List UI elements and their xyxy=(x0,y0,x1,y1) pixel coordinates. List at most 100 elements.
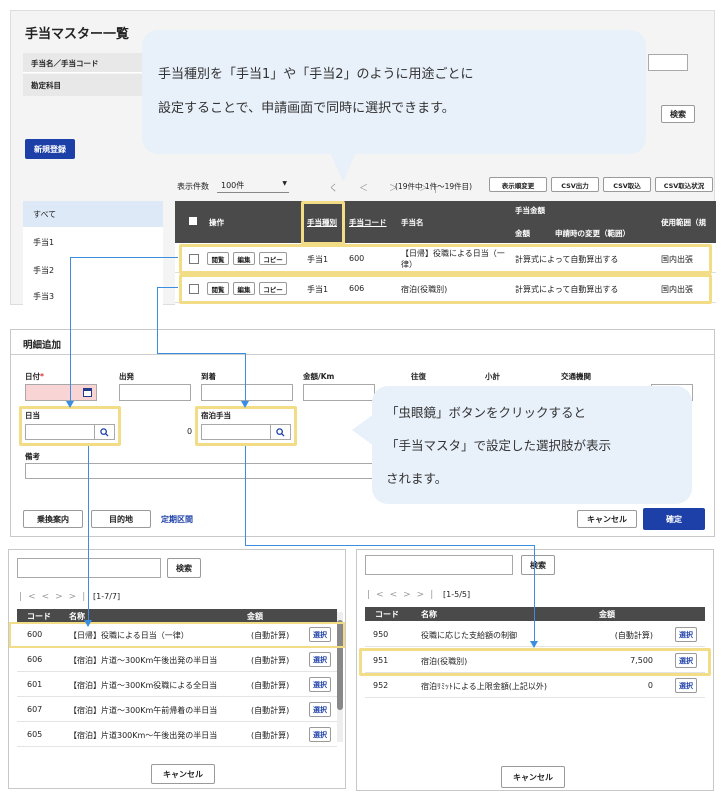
item-amount: (自動計算) xyxy=(251,706,290,715)
amount-label: 金額/Km xyxy=(303,372,335,381)
connector-line xyxy=(534,545,535,643)
highlight-row-2 xyxy=(179,274,712,304)
item-name: 役職に応じた支給額の制御 xyxy=(421,631,517,640)
category-label: すべて xyxy=(33,210,57,219)
category-item-all[interactable]: すべて xyxy=(23,201,163,227)
header-name: 名称 xyxy=(69,612,85,621)
item-code: 606 xyxy=(27,655,43,664)
filter-input-right[interactable] xyxy=(648,54,688,71)
search-button[interactable]: 検索 xyxy=(661,105,695,123)
transfer-guide-button[interactable]: 乗換案内 xyxy=(23,510,83,528)
callout2-pointer xyxy=(352,414,374,446)
subtotal-label: 小計 xyxy=(485,372,500,381)
csv-import-button[interactable]: CSV取込 xyxy=(603,177,651,192)
amount-field[interactable] xyxy=(303,384,375,401)
count-select[interactable]: 100件 ▼ xyxy=(217,177,289,193)
cancel-button[interactable]: キャンセル xyxy=(577,510,637,528)
item-code: 605 xyxy=(27,730,43,739)
page-title: 手当マスター一覧 xyxy=(25,27,130,42)
section-title: 明細追加 xyxy=(23,340,62,351)
zero-value: 0 xyxy=(187,427,193,436)
depart-field[interactable] xyxy=(119,384,191,401)
select-button[interactable]: 選択 xyxy=(675,678,697,693)
header-sub-change: 申請時の変更（範囲） xyxy=(555,229,630,238)
csv-export-button[interactable]: CSV出力 xyxy=(551,177,599,192)
select-button[interactable]: 選択 xyxy=(309,677,331,692)
dropdown-icon: ▼ xyxy=(282,180,287,187)
category-item-1[interactable]: 手当1 xyxy=(23,229,163,255)
header-amount: 金額 xyxy=(599,610,615,619)
item-amount: 0 xyxy=(647,681,653,690)
count-value: 100件 xyxy=(221,181,245,190)
item-name: 【宿泊】片道300Km〜午後出発の半日当 xyxy=(69,731,218,740)
new-register-button[interactable]: 新規登録 xyxy=(25,139,75,159)
modal-search-button[interactable]: 検索 xyxy=(167,558,201,578)
item-name: 【宿泊】片道〜300Km役職による全日当 xyxy=(69,681,218,690)
modal-pagination[interactable]: |<<>>| xyxy=(367,590,439,600)
date-field[interactable] xyxy=(25,384,97,401)
arrive-field[interactable] xyxy=(201,384,293,401)
confirm-button[interactable]: 確定 xyxy=(643,508,705,530)
item-code: 952 xyxy=(373,681,389,690)
commuter-section-link[interactable]: 定期区間 xyxy=(161,514,193,525)
calendar-icon[interactable] xyxy=(83,388,92,397)
category-item-3[interactable]: 手当3 xyxy=(23,285,163,306)
select-button[interactable]: 選択 xyxy=(309,727,331,742)
item-name: 【宿泊】片道〜300Km午後出発の半日当 xyxy=(69,656,218,665)
callout-line: 「手当マスタ」で設定した選択肢が表示 xyxy=(386,438,612,453)
list-item: 605 【宿泊】片道300Km〜午後出発の半日当 (自動計算) 選択 xyxy=(17,723,337,747)
highlight-item-600 xyxy=(9,622,345,648)
modal-search-button[interactable]: 検索 xyxy=(521,555,555,575)
filter-row-account: 勘定科目 xyxy=(23,74,143,96)
transport-label: 交通機関 xyxy=(561,372,591,381)
note-field[interactable] xyxy=(25,463,385,479)
arrive-label: 到着 xyxy=(201,372,216,381)
arrow-head xyxy=(84,620,92,627)
modal-search-input[interactable] xyxy=(365,555,513,575)
arrow-head xyxy=(66,401,74,408)
callout-line: 設定することで、申請画面で同時に選択できます。 xyxy=(158,101,455,116)
callout-magnifier: 「虫眼鏡」ボタンをクリックすると 「手当マスタ」で設定した選択肢が表示 されます… xyxy=(372,386,692,504)
highlight-lodging-allowance xyxy=(195,406,297,446)
list-item: 952 宿泊ﾘﾐｯﾄによる上限金額(上記以外) 0 選択 xyxy=(365,674,705,698)
header-ops: 操作 xyxy=(209,218,224,227)
item-amount: (自動計算) xyxy=(614,631,653,640)
arrow-head xyxy=(241,401,249,408)
select-button[interactable]: 選択 xyxy=(309,652,331,667)
connector-line xyxy=(88,446,89,622)
destination-button[interactable]: 目的地 xyxy=(91,510,151,528)
select-button[interactable]: 選択 xyxy=(309,702,331,717)
daily-allowance-modal: 検索 |<<>>| [1-7/7] コード 名称 金額 600 【日帰】役職によ… xyxy=(8,549,346,789)
modal-cancel-button[interactable]: キャンセル xyxy=(501,766,565,788)
header-checkbox[interactable] xyxy=(189,217,197,225)
round-trip-label: 往復 xyxy=(411,372,426,381)
connector-line xyxy=(245,353,246,403)
sort-order-button[interactable]: 表示順変更 xyxy=(489,177,547,192)
item-code: 950 xyxy=(373,630,389,639)
highlight-row-1 xyxy=(179,244,712,274)
select-button[interactable]: 選択 xyxy=(675,627,697,642)
header-code: コード xyxy=(375,610,399,619)
filter-row-name: 手当名／手当コード xyxy=(23,53,143,73)
item-amount: (自動計算) xyxy=(251,656,290,665)
date-label-text: 日付 xyxy=(25,372,40,381)
header-scope: 使用範囲（規 xyxy=(661,218,706,227)
modal-cancel-button[interactable]: キャンセル xyxy=(151,764,215,784)
category-item-2[interactable]: 手当2 xyxy=(23,257,163,283)
header-code[interactable]: 手当コード xyxy=(349,217,387,228)
modal-pagination[interactable]: |<<>>| xyxy=(19,592,91,602)
connector-line xyxy=(157,287,178,288)
modal-range: [1-5/5] xyxy=(443,590,471,599)
category-label: 手当3 xyxy=(33,292,55,301)
record-range: (19件中 1件〜19件目) xyxy=(395,182,473,191)
connector-line xyxy=(245,446,246,546)
list-item: 601 【宿泊】片道〜300Km役職による全日当 (自動計算) 選択 xyxy=(17,673,337,697)
header-name: 手当名 xyxy=(401,218,424,227)
divider xyxy=(11,354,714,355)
list-item: 606 【宿泊】片道〜300Km午後出発の半日当 (自動計算) 選択 xyxy=(17,648,337,672)
header-sub-amount: 金額 xyxy=(515,229,530,238)
csv-import-status-button[interactable]: CSV取込状況 xyxy=(655,177,713,192)
callout-pointer xyxy=(330,152,356,182)
modal-search-input[interactable] xyxy=(17,558,161,578)
connector-line xyxy=(70,257,71,403)
